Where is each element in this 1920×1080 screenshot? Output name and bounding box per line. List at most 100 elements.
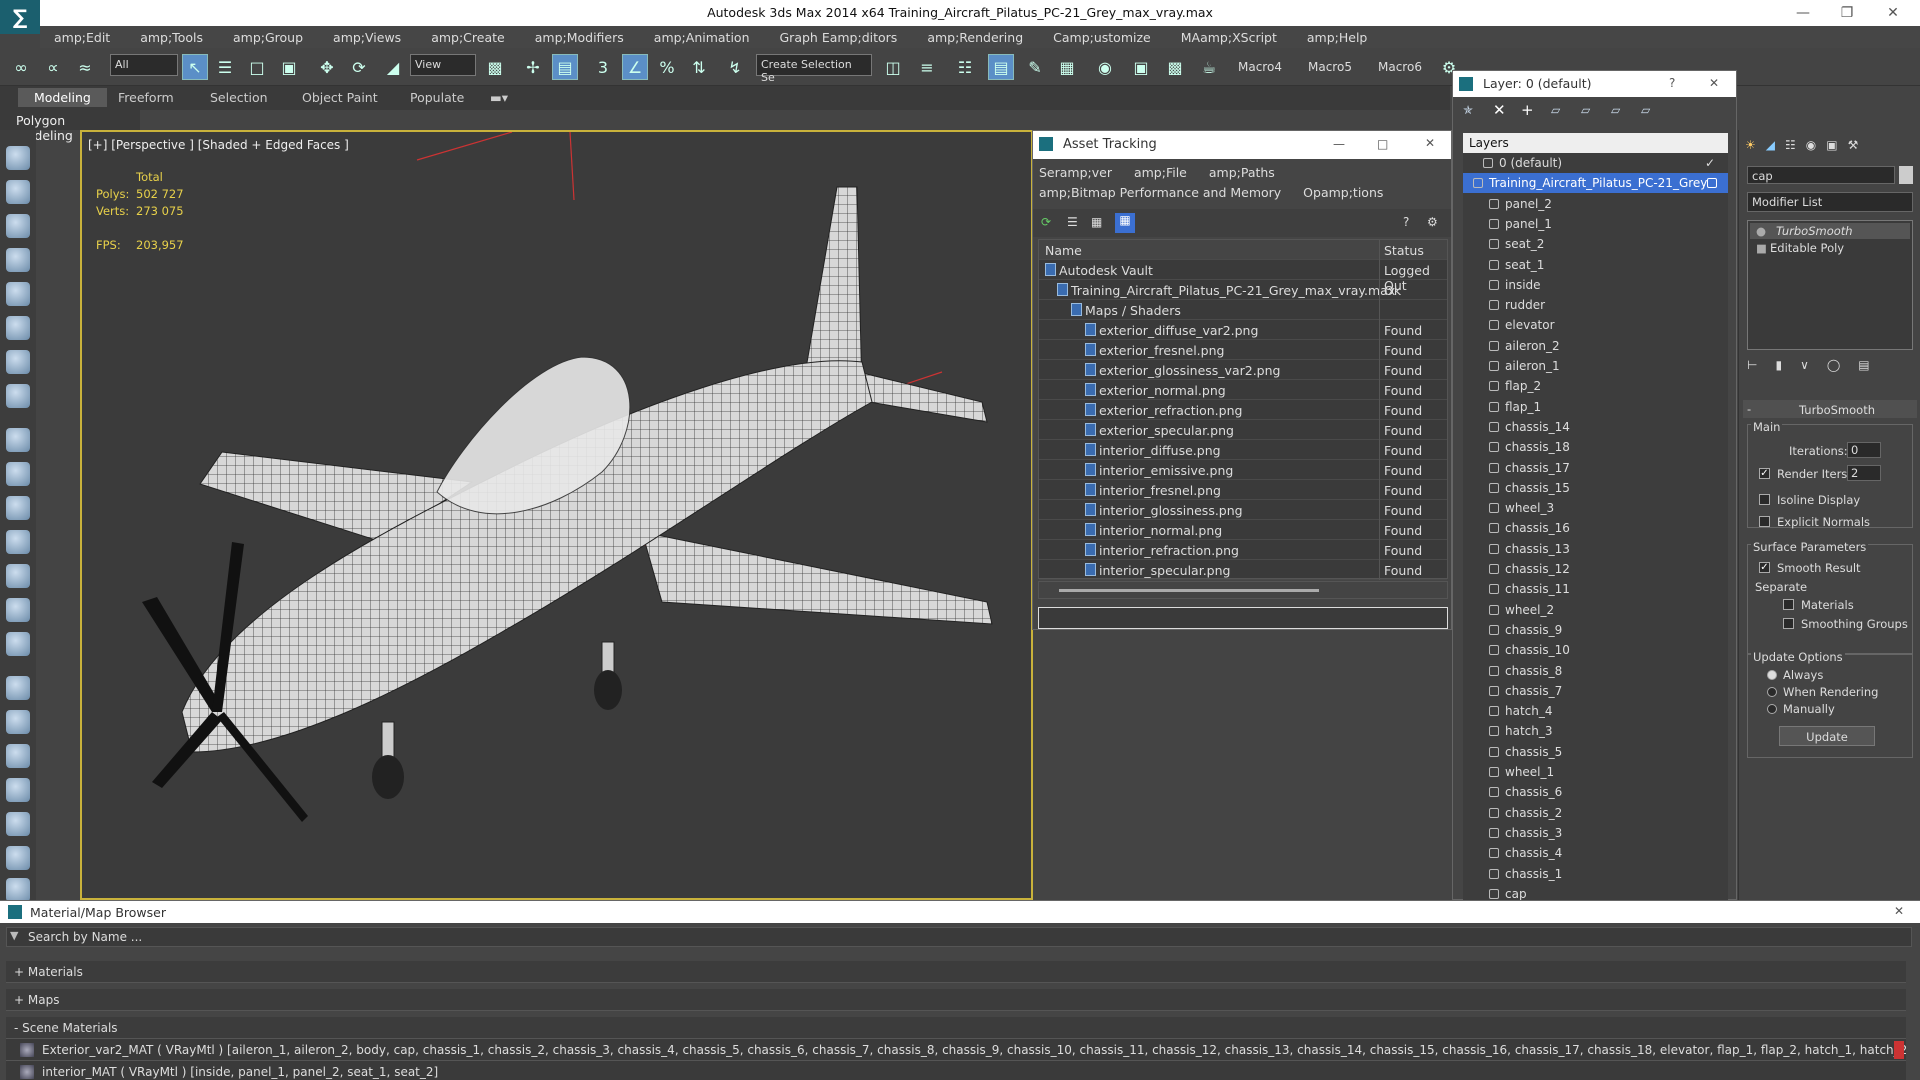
snap-toggle-icon[interactable]: 3 [590, 54, 616, 80]
layer-item[interactable]: chassis_3 [1463, 823, 1728, 843]
layer-item[interactable]: chassis_8 [1463, 661, 1728, 681]
rotate-icon[interactable]: ⟳ [346, 54, 372, 80]
layer-item[interactable]: panel_1 [1463, 214, 1728, 234]
percent-snap-icon[interactable]: % [654, 54, 680, 80]
menu-maxscript[interactable]: MAamp;XScript [1167, 30, 1293, 45]
table-row[interactable]: interior_refraction.png Found [1039, 540, 1447, 560]
bulb-icon[interactable]: ● [1756, 224, 1766, 238]
material-editor-icon[interactable]: ◉ [1092, 54, 1118, 80]
table-row[interactable]: interior_glossiness.png Found [1039, 500, 1447, 520]
camera-icon[interactable] [6, 350, 30, 374]
search-options-icon[interactable]: ▼ [10, 929, 18, 942]
when-rendering-radio[interactable] [1767, 687, 1777, 697]
manipulate-icon[interactable]: ✢ [520, 54, 546, 80]
smoothing-groups-checkbox[interactable] [1783, 618, 1794, 629]
settings-icon[interactable]: ⚙ [1427, 215, 1438, 229]
window-crossing-icon[interactable]: ▣ [276, 54, 302, 80]
helper-icon[interactable] [6, 710, 30, 734]
iterations-spinner[interactable]: 0 [1847, 442, 1881, 458]
spinner-snap-icon[interactable]: ⇅ [686, 54, 712, 80]
make-unique-icon[interactable]: ∨ [1800, 358, 1809, 378]
remove-modifier-icon[interactable]: ◯ [1827, 358, 1840, 378]
create-tab-icon[interactable]: ☀ [1745, 138, 1756, 158]
tab-selection[interactable]: Selection [210, 90, 268, 105]
layer-item[interactable]: wheel_3 [1463, 498, 1728, 518]
hide-all-icon[interactable]: ▱ [1611, 103, 1620, 117]
table-row[interactable]: interior_emissive.png Found [1039, 460, 1447, 480]
table-row[interactable]: Maps / Shaders [1039, 300, 1447, 320]
menu-create[interactable]: amp;Create [417, 30, 521, 45]
modifier-list-dropdown[interactable]: Modifier List [1747, 192, 1913, 212]
scene-material-exterior[interactable]: Exterior_var2_MAT ( VRayMtl ) [aileron_1… [6, 1039, 1906, 1061]
layer-item[interactable]: chassis_4 [1463, 843, 1728, 863]
motion-icon[interactable] [6, 248, 30, 272]
expand-icon[interactable]: ■ [1756, 241, 1767, 255]
layer-item[interactable]: chassis_10 [1463, 640, 1728, 660]
menu-server[interactable]: Seramp;ver [1039, 165, 1112, 180]
toggle-ribbon-icon[interactable]: ▤ [988, 54, 1014, 80]
teapot-icon[interactable] [6, 530, 30, 554]
section-scene-materials[interactable]: - Scene Materials [6, 1017, 1906, 1039]
pin-stack-icon[interactable]: ⊢ [1747, 358, 1757, 378]
layer-item[interactable]: seat_1 [1463, 255, 1728, 275]
layer-item[interactable]: chassis_7 [1463, 681, 1728, 701]
help-icon[interactable]: ? [1403, 215, 1409, 229]
scale-icon[interactable]: ◢ [380, 54, 406, 80]
torus-icon[interactable] [6, 496, 30, 520]
tab-populate[interactable]: Populate [410, 90, 464, 105]
table-view-icon[interactable]: ▦ [1115, 213, 1135, 233]
hierarchy-tab-icon[interactable]: ☷ [1785, 138, 1796, 158]
detail-view-icon[interactable]: ▦ [1091, 215, 1102, 229]
menu-edit[interactable]: amp;Edit [40, 30, 126, 45]
stack-item-editable-poly[interactable]: Editable Poly [1770, 241, 1844, 255]
menu-bitmap-performance[interactable]: amp;Bitmap Performance and Memory [1039, 185, 1281, 200]
motion-tab-icon[interactable]: ◉ [1806, 138, 1816, 158]
layer-item[interactable]: aileron_1 [1463, 356, 1728, 376]
align-icon[interactable]: ≡ [914, 54, 940, 80]
layers-column-header[interactable]: Layers [1463, 133, 1728, 153]
layer-item[interactable]: seat_2 [1463, 234, 1728, 254]
table-row[interactable]: exterior_specular.png Found [1039, 420, 1447, 440]
layer-item[interactable]: chassis_1 [1463, 864, 1728, 884]
minimize-icon[interactable]: — [1782, 0, 1824, 26]
box-icon[interactable] [6, 428, 30, 452]
layer-item[interactable]: chassis_17 [1463, 458, 1728, 478]
perspective-viewport[interactable]: [+] [Perspective ] [Shaded + Edged Faces… [80, 130, 1033, 900]
layer-item[interactable]: chassis_15 [1463, 478, 1728, 498]
menu-customize[interactable]: Camp;ustomize [1039, 30, 1167, 45]
highlight-layer-icon[interactable]: ▱ [1581, 103, 1590, 117]
layer-item[interactable]: cap [1463, 884, 1728, 901]
refresh-icon[interactable]: ⟳ [1041, 215, 1051, 229]
geosphere-icon[interactable] [6, 632, 30, 656]
render-setup-icon[interactable]: ▣ [1128, 54, 1154, 80]
macro5-button[interactable]: Macro5 [1308, 60, 1352, 74]
path-field[interactable] [1038, 607, 1448, 629]
update-button[interactable]: Update [1779, 726, 1875, 746]
help-icon[interactable]: ? [1669, 76, 1675, 90]
manually-radio[interactable] [1767, 704, 1777, 714]
menu-modifiers[interactable]: amp;Modifiers [521, 30, 640, 45]
layer-item[interactable]: aileron_2 [1463, 336, 1728, 356]
layer-item[interactable]: wheel_1 [1463, 762, 1728, 782]
minimize-icon[interactable]: — [1333, 137, 1345, 151]
layer-item[interactable]: hatch_3 [1463, 721, 1728, 741]
set-current-icon[interactable] [1707, 178, 1717, 189]
explicit-normals-checkbox[interactable] [1759, 516, 1770, 527]
smooth-result-checkbox[interactable]: ✓ [1759, 562, 1770, 573]
current-layer-check-icon[interactable]: ✓ [1705, 156, 1715, 170]
macro6-button[interactable]: Macro6 [1378, 60, 1422, 74]
delete-layer-icon[interactable]: ✕ [1493, 101, 1506, 119]
menu-animation[interactable]: amp;Animation [640, 30, 766, 45]
tab-freeform[interactable]: Freeform [118, 90, 174, 105]
utilities-tab-icon[interactable]: ⚒ [1848, 138, 1859, 158]
move-icon[interactable]: ✥ [314, 54, 340, 80]
unlink-icon[interactable]: ∝ [40, 54, 66, 80]
render-iters-spinner[interactable]: 2 [1847, 465, 1881, 481]
table-row[interactable]: interior_normal.png Found [1039, 520, 1447, 540]
layer-item[interactable]: rudder [1463, 295, 1728, 315]
always-radio[interactable] [1767, 670, 1777, 680]
object-name-field[interactable]: cap [1747, 166, 1895, 184]
layer-item[interactable]: elevator [1463, 315, 1728, 335]
select-by-name-icon[interactable]: ☰ [212, 54, 238, 80]
menu-views[interactable]: amp;Views [319, 30, 417, 45]
